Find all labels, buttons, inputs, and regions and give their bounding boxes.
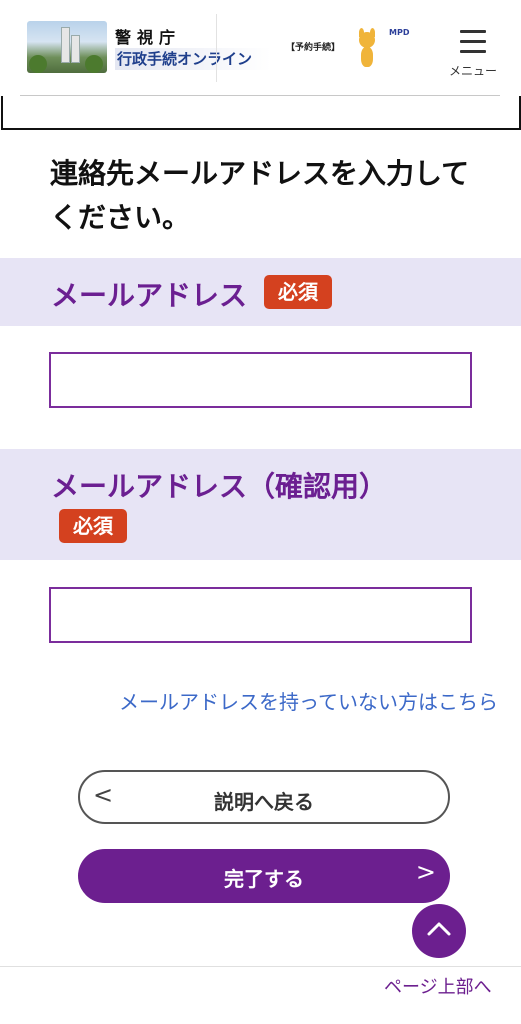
agency-name[interactable]: 警視庁	[115, 24, 181, 48]
menu-label: メニュー	[448, 64, 497, 78]
header-divider	[216, 14, 217, 82]
reserve-procedure-tag: 【予約手続】	[286, 43, 341, 53]
no-email-link[interactable]: メールアドレスを持っていない方はこちら	[119, 686, 498, 715]
email-confirm-field-header: メールアドレス（確認用） 必須	[0, 449, 521, 560]
site-name[interactable]: 行政手続オンライン	[115, 48, 271, 70]
footer-divider	[0, 966, 521, 967]
instruction-heading: 連絡先メールアドレスを入力してください。	[50, 157, 470, 234]
logo-tree-shape	[85, 55, 103, 73]
chevron-right-icon: >	[415, 858, 436, 886]
menu-button[interactable]: メニュー	[445, 24, 501, 80]
email-field-header: メールアドレス 必須	[0, 258, 521, 326]
scroll-to-top-button[interactable]	[412, 904, 466, 958]
previous-section-box	[1, 96, 521, 130]
email-input[interactable]	[49, 352, 472, 408]
back-button-label: 説明へ戻る	[214, 790, 314, 814]
hamburger-menu-icon	[460, 30, 486, 33]
email-confirm-input[interactable]	[49, 587, 472, 643]
mascot-icon	[356, 28, 378, 68]
email-confirm-field-title: メールアドレス（確認用）	[51, 470, 388, 503]
logo-building-shape	[71, 35, 80, 63]
site-header: 警視庁 行政手続オンライン 【予約手続】 MPD メニュー	[0, 0, 521, 96]
logo-building-shape	[61, 27, 70, 63]
site-logo-image[interactable]	[27, 21, 107, 73]
chevron-up-icon	[427, 922, 451, 936]
page-top-link[interactable]: ページ上部へ	[384, 973, 492, 999]
complete-button-label: 完了する	[224, 867, 304, 891]
email-field-title: メールアドレス	[51, 279, 248, 312]
logo-tree-shape	[29, 55, 47, 73]
required-badge: 必須	[264, 275, 332, 309]
complete-button[interactable]: 完了する >	[78, 849, 450, 903]
required-badge: 必須	[59, 509, 127, 543]
mpd-logo: MPD	[389, 28, 410, 37]
back-to-explanation-button[interactable]: < 説明へ戻る	[78, 770, 450, 824]
